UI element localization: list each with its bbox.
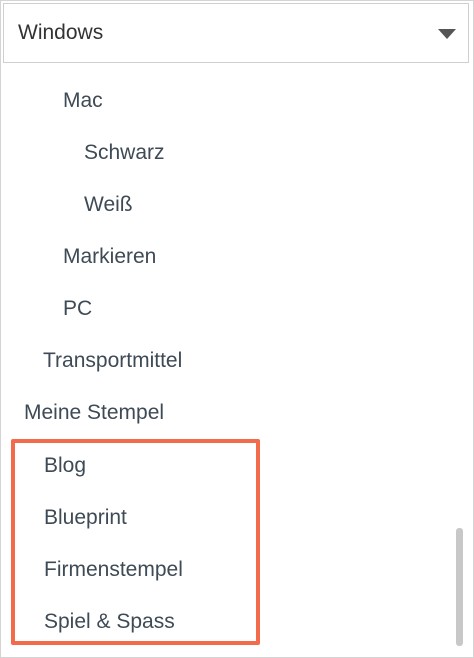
list-item-transportmittel[interactable]: Transportmittel bbox=[43, 349, 182, 373]
list-item-pc[interactable]: PC bbox=[63, 297, 92, 321]
list-item-markieren[interactable]: Markieren bbox=[63, 245, 156, 269]
list-item-firmenstempel[interactable]: Firmenstempel bbox=[44, 558, 183, 582]
list-item-schwarz[interactable]: Schwarz bbox=[84, 141, 165, 165]
list-item-blog[interactable]: Blog bbox=[44, 454, 86, 478]
selected-value: Windows bbox=[18, 21, 104, 44]
list-item-weiss[interactable]: Weiß bbox=[84, 193, 133, 217]
chevron-down-icon[interactable] bbox=[438, 29, 456, 39]
list-item-meine-stempel[interactable]: Meine Stempel bbox=[24, 401, 164, 425]
category-select[interactable]: Windows bbox=[3, 3, 469, 63]
list-item-mac[interactable]: Mac bbox=[63, 89, 103, 113]
list-item-blueprint[interactable]: Blueprint bbox=[44, 506, 127, 530]
list-item-spiel-spass[interactable]: Spiel & Spass bbox=[44, 610, 175, 634]
scrollbar-thumb[interactable] bbox=[456, 528, 463, 646]
